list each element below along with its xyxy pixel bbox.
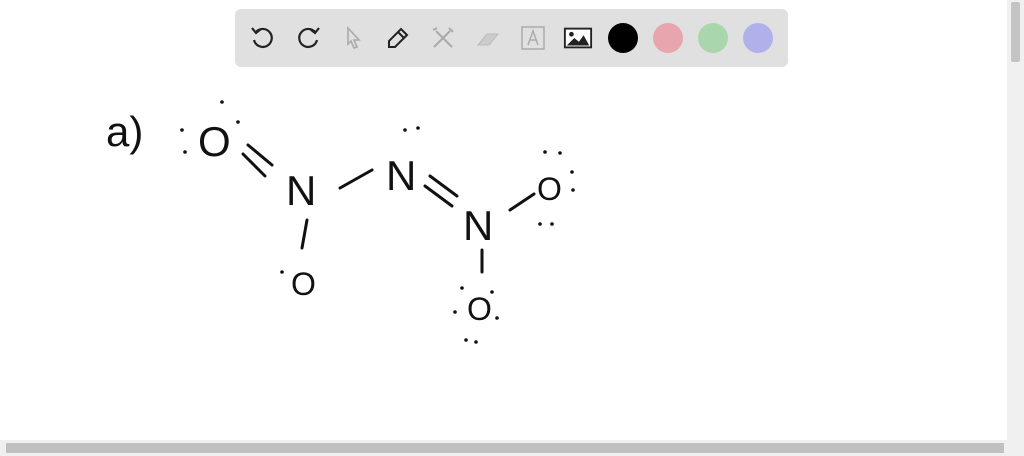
vertical-scroll-thumb[interactable] xyxy=(1011,2,1020,62)
horizontal-scroll-thumb[interactable] xyxy=(6,443,1004,453)
atom-oxygen: O xyxy=(291,266,316,302)
atom-nitrogen: N xyxy=(386,152,416,199)
part-label: a) xyxy=(106,108,143,155)
atom-nitrogen: N xyxy=(463,202,493,249)
atom-oxygen: O xyxy=(467,291,492,327)
atom-nitrogen: N xyxy=(286,167,316,214)
lone-pair-dots xyxy=(180,100,575,344)
vertical-scrollbar[interactable] xyxy=(1007,0,1024,440)
atom-oxygen: O xyxy=(537,171,562,207)
horizontal-scrollbar[interactable] xyxy=(0,440,1024,456)
atom-oxygen: O xyxy=(198,118,231,165)
drawing-canvas[interactable]: a) O N O N N O O xyxy=(0,0,1007,440)
